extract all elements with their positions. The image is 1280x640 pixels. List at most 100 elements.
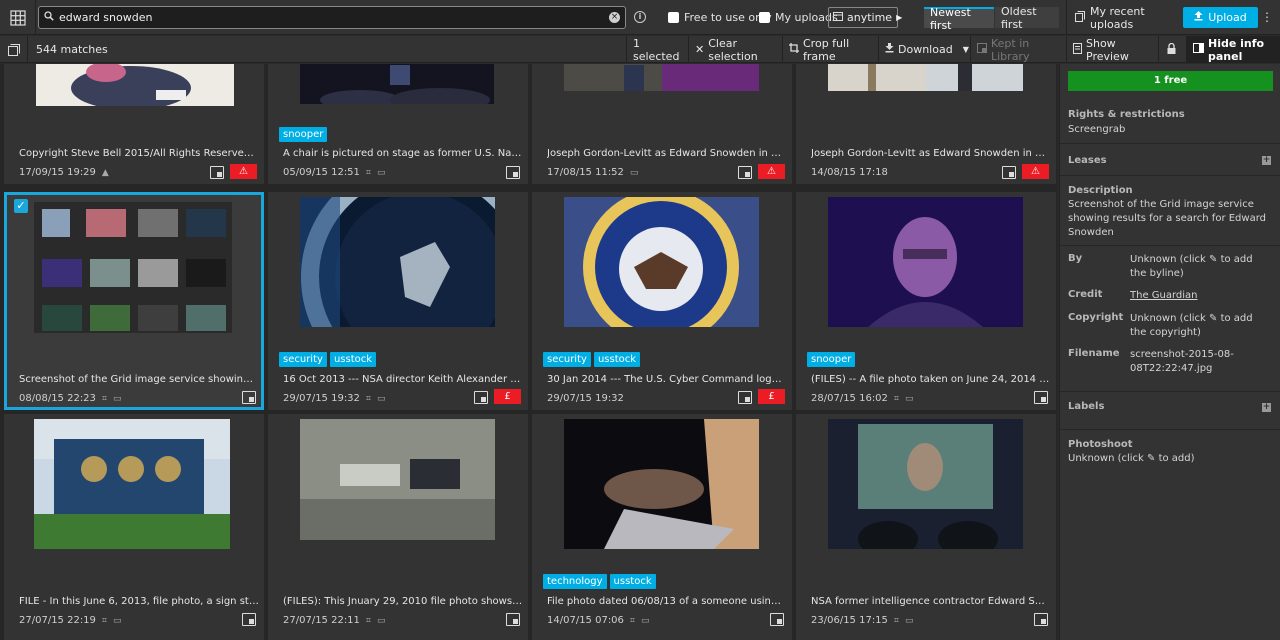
result-card[interactable]: NSA former intelligence contractor Edwar… [796,414,1056,640]
document-icon [1073,42,1082,57]
add-to-library-icon[interactable] [1034,613,1048,626]
result-card[interactable]: (FILES): This Jnuary 29, 2010 file photo… [268,414,528,640]
result-description: A chair is pictured on stage as former U… [283,148,523,159]
hide-info-panel-button[interactable]: Hide info panel [1186,36,1280,63]
photoshoot-value[interactable]: Unknown (click ✎ to add) [1068,452,1268,466]
checkbox-box[interactable] [759,12,770,23]
oldest-first-button[interactable]: Oldest first [995,5,1059,31]
tag[interactable]: usstock [593,352,641,367]
result-thumbnail[interactable] [36,64,234,106]
add-to-library-icon[interactable] [770,613,784,626]
tag[interactable]: usstock [329,352,377,367]
add-to-library-icon[interactable] [738,391,752,404]
result-card[interactable]: technology usstock File photo dated 06/0… [532,414,792,640]
upload-button[interactable]: Upload [1183,7,1258,28]
usage-rights-badge: 1 free [1068,71,1273,91]
result-thumbnail[interactable] [564,197,759,327]
copyright-value[interactable]: Unknown (click ✎ to add the copyright) [1130,312,1265,340]
select-all-icon[interactable] [0,36,28,63]
result-card[interactable]: Copyright Steve Bell 2015/All Rights Res… [4,64,264,184]
result-thumbnail[interactable] [828,197,1023,327]
result-thumbnail[interactable] [564,419,759,549]
result-thumbnail[interactable] [828,64,1023,91]
add-to-library-icon[interactable] [506,166,520,179]
stack-icon [1075,10,1085,25]
result-card[interactable]: Joseph Gordon-Levitt as Edward Snowden i… [796,64,1056,184]
my-recent-uploads-button[interactable]: My recent uploads [1066,0,1176,35]
tag[interactable]: technology [543,574,607,589]
credit-link[interactable]: The Guardian [1130,289,1265,303]
download-button[interactable]: Download ▼ [878,36,969,63]
chevron-down-icon[interactable]: ▼ [963,45,969,54]
add-to-library-icon[interactable] [474,391,488,404]
result-description: Screenshot of the Grid image service sho… [19,374,259,385]
add-to-library-icon[interactable] [242,613,256,626]
description-value[interactable]: Screenshot of the Grid image service sho… [1068,198,1268,240]
crop-icon: ⌗ [893,615,899,626]
free-to-use-checkbox[interactable]: Free to use only [668,11,772,24]
clear-selection-button[interactable]: ✕ Clear selection [688,36,778,63]
result-thumbnail[interactable] [300,197,495,327]
date-range-select[interactable]: anytime ▶ [828,7,902,28]
result-thumbnail[interactable] [34,197,232,333]
search-box[interactable]: × [38,6,626,29]
usage-icon: ▭ [629,167,639,178]
result-meta: 27/07/15 22:19 ⌗ ▭ [19,615,122,626]
filename-label: Filename [1068,348,1120,359]
by-value[interactable]: Unknown (click ✎ to add the byline) [1130,253,1265,281]
checkbox-box[interactable] [668,12,679,23]
more-menu-icon[interactable]: ⋮ [1260,10,1274,24]
selected-count: 1 selected [626,36,684,63]
result-thumbnail[interactable] [300,419,495,540]
tag[interactable]: security [543,352,591,367]
tag[interactable]: security [279,352,327,367]
lock-button[interactable] [1158,36,1184,63]
info-icon[interactable]: i [634,11,646,23]
result-meta: 14/07/15 07:06 ⌗ ▭ [547,615,650,626]
usage-icon: ▭ [641,615,650,626]
result-card[interactable]: Joseph Gordon-Levitt as Edward Snowden i… [532,64,792,184]
result-card[interactable]: snooper (FILES) -- A file photo taken on… [796,192,1056,410]
tag[interactable]: snooper [279,127,328,142]
result-meta: 27/07/15 22:11 ⌗ ▭ [283,615,386,626]
kept-in-library-button[interactable]: Kept in Library [970,36,1064,63]
result-thumbnail[interactable] [828,419,1023,549]
add-to-library-icon[interactable] [506,613,520,626]
result-thumbnail[interactable] [564,64,759,91]
result-card[interactable]: FILE - In this June 6, 2013, file photo,… [4,414,264,640]
add-to-library-icon[interactable] [738,166,752,179]
my-uploads-checkbox[interactable]: My uploads [759,11,838,24]
calendar-icon [833,11,843,24]
result-thumbnail[interactable] [300,64,494,104]
search-input[interactable] [59,7,609,28]
result-card[interactable]: security usstock 30 Jan 2014 --- The U.S… [532,192,792,410]
add-label-icon[interactable]: + [1262,403,1271,412]
selected-check-icon[interactable]: ✓ [14,199,28,213]
add-to-library-icon[interactable] [1002,166,1016,179]
add-to-library-icon[interactable] [1034,391,1048,404]
photoshoot-title: Photoshoot [1068,439,1133,450]
home-grid-icon[interactable] [0,0,36,35]
result-description: Joseph Gordon-Levitt as Edward Snowden i… [547,148,787,159]
add-lease-icon[interactable]: + [1262,156,1271,165]
warning-icon: ⚠ [1022,164,1049,179]
result-thumbnail[interactable] [34,419,230,549]
tag-list: security usstock [279,352,377,367]
tag-list: snooper [807,352,856,367]
tag[interactable]: usstock [609,574,656,589]
clear-search-icon[interactable]: × [609,12,620,23]
crop-icon: ⌗ [365,393,371,404]
result-description: NSA former intelligence contractor Edwar… [811,596,1051,607]
crop-full-frame-button[interactable]: Crop full frame [782,36,874,63]
result-card[interactable]: snooper A chair is pictured on stage as … [268,64,528,184]
newest-first-button[interactable]: Newest first [924,6,994,32]
tag[interactable]: snooper [807,352,856,367]
download-icon [885,43,894,56]
rights-value[interactable]: Screengrab [1068,123,1268,137]
result-card-selected[interactable]: ✓ Screenshot of the Grid image service s… [4,192,264,410]
result-meta: 05/09/15 12:51 ⌗ ▭ [283,167,386,178]
add-to-library-icon[interactable] [242,391,256,404]
result-card[interactable]: security usstock 16 Oct 2013 --- NSA dir… [268,192,528,410]
add-to-library-icon[interactable] [210,166,224,179]
show-preview-button[interactable]: Show Preview [1066,36,1156,63]
